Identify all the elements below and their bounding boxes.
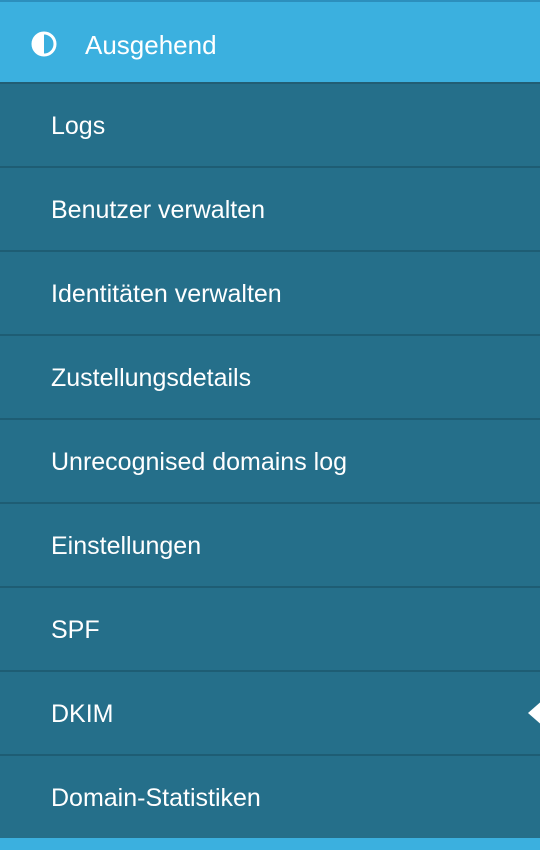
menu-item-label: Unrecognised domains log	[51, 448, 348, 476]
menu-item-label: Domain-Statistiken	[51, 784, 261, 812]
menu-item-unrecognised-domains-log[interactable]: Unrecognised domains log	[0, 420, 540, 504]
section-title: Ausgehend	[85, 30, 217, 60]
sidebar: Ausgehend Logs Benutzer verwalten Identi…	[0, 0, 544, 850]
menu-item-label: Zustellungsdetails	[51, 364, 252, 392]
section-header-ausgehend[interactable]: Ausgehend	[0, 0, 540, 84]
menu-item-dkim[interactable]: DKIM	[0, 672, 544, 756]
content-edge	[540, 0, 544, 850]
menu-item-logs[interactable]: Logs	[0, 84, 540, 168]
menu-item-identitaeten-verwalten[interactable]: Identitäten verwalten	[0, 252, 540, 336]
menu-item-benutzer-verwalten[interactable]: Benutzer verwalten	[0, 168, 540, 252]
menu-item-label: Einstellungen	[51, 532, 202, 560]
menu-item-zustellungsdetails[interactable]: Zustellungsdetails	[0, 336, 540, 420]
half-circle-icon	[31, 31, 57, 57]
menu-item-label: Logs	[51, 112, 106, 140]
menu-item-spf[interactable]: SPF	[0, 588, 540, 672]
menu-item-einstellungen[interactable]: Einstellungen	[0, 504, 540, 588]
menu-item-label: SPF	[51, 616, 100, 644]
menu-item-label: DKIM	[51, 700, 114, 728]
submenu: Logs Benutzer verwalten Identitäten verw…	[0, 84, 544, 840]
next-section-header[interactable]	[0, 838, 540, 850]
menu-item-label: Identitäten verwalten	[51, 280, 282, 308]
menu-item-label: Benutzer verwalten	[51, 196, 266, 224]
menu-item-domain-statistiken[interactable]: Domain-Statistiken	[0, 756, 540, 840]
